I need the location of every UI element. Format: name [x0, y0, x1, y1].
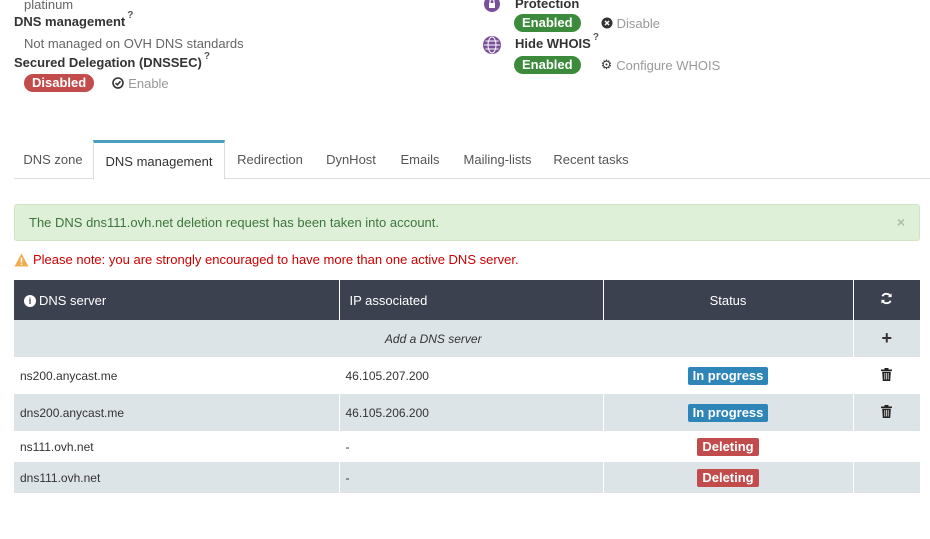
tab-recent-tasks[interactable]: Recent tasks [544, 140, 638, 179]
help-icon[interactable]: ? [127, 10, 133, 21]
warning-text: Please note: you are strongly encouraged… [33, 252, 519, 267]
table-row: ns200.anycast.me 46.105.207.200 In progr… [14, 357, 920, 394]
help-icon[interactable]: ? [581, 0, 587, 3]
domain-tabs: DNS zone DNS management Redirection DynH… [14, 140, 930, 180]
tab-dynhost[interactable]: DynHost [316, 140, 386, 179]
help-icon[interactable]: ? [593, 32, 599, 43]
gear-icon: ⚙ [600, 57, 613, 72]
dns-server-header: i DNS server [14, 280, 340, 320]
table-row: ns111.ovh.net - Deleting [14, 431, 920, 462]
tab-mailing-lists[interactable]: Mailing-lists [454, 140, 541, 179]
status-badge: In progress [687, 403, 769, 422]
ip-cell: - [339, 431, 604, 462]
warning-message: Please note: you are strongly encouraged… [14, 252, 519, 267]
configure-whois-button[interactable]: ⚙ Configure WHOIS [601, 58, 721, 73]
disable-protection-label: Disable [616, 15, 660, 31]
table-row: dns111.ovh.net - Deleting [14, 462, 920, 493]
tab-redirection[interactable]: Redirection [226, 140, 314, 179]
disable-protection-button[interactable]: Disable [601, 16, 660, 31]
enable-dnssec-button[interactable]: Enable [112, 75, 169, 91]
protection-label: Protection [515, 0, 580, 11]
table-row: dns200.anycast.me 46.105.206.200 In prog… [14, 394, 920, 431]
check-circle-icon [112, 77, 124, 89]
ip-cell: 46.105.207.200 [339, 357, 604, 394]
dnssec-status-badge: Disabled [24, 74, 95, 92]
tab-dns-management[interactable]: DNS management [93, 140, 225, 180]
hide-whois-status-badge: Enabled [514, 56, 581, 74]
ip-cell: - [339, 462, 604, 493]
alert-message: The DNS dns111.ovh.net deletion request … [29, 215, 440, 230]
help-icon[interactable]: ? [204, 51, 210, 62]
hide-whois-controls: Enabled ⚙ Configure WHOIS [514, 56, 720, 74]
ip-header: IP associated [339, 280, 604, 320]
trash-icon [881, 367, 893, 381]
dns-management-field: DNS management? [14, 10, 133, 29]
secured-delegation-controls: Disabled Enable [24, 74, 169, 92]
dns-management-value: Not managed on OVH DNS standards [24, 36, 244, 51]
secured-delegation-label: Secured Delegation (DNSSEC) [14, 55, 202, 70]
dns-server-cell: ns111.ovh.net [14, 431, 340, 462]
offer-value: platinum [24, 0, 74, 12]
success-alert: The DNS dns111.ovh.net deletion request … [14, 204, 920, 241]
delete-button[interactable] [853, 357, 920, 394]
warning-icon [14, 253, 29, 266]
add-dns-server-label[interactable]: Add a DNS server [14, 320, 854, 357]
add-dns-server-row[interactable]: Add a DNS server + [14, 320, 920, 357]
enable-dnssec-label: Enable [128, 75, 169, 91]
status-badge: Deleting [697, 468, 759, 487]
protection-status-badge: Enabled [514, 14, 581, 32]
tab-emails[interactable]: Emails [389, 140, 451, 179]
hide-whois-label: Hide WHOIS [515, 36, 591, 51]
table-header-row: i DNS server IP associated Status [14, 280, 920, 320]
configure-whois-label: Configure WHOIS [616, 57, 721, 73]
ip-cell: 46.105.206.200 [339, 394, 604, 431]
delete-button[interactable] [853, 394, 920, 431]
info-icon: i [24, 295, 36, 308]
protection-controls: Enabled Disable [514, 14, 660, 32]
close-circle-icon [601, 17, 613, 29]
hide-whois-field: Hide WHOIS? [515, 32, 599, 51]
secured-delegation-field: Secured Delegation (DNSSEC)? [14, 51, 210, 70]
lock-icon [484, 0, 500, 12]
trash-icon [881, 404, 893, 418]
protection-field: Protection? [515, 0, 587, 11]
refresh-button[interactable] [853, 280, 920, 320]
dns-server-cell: ns200.anycast.me [14, 357, 340, 394]
dns-servers-table: i DNS server IP associated Status Add a D… [14, 280, 920, 493]
whois-globe-icon [483, 36, 501, 54]
refresh-icon [881, 292, 892, 305]
status-badge: Deleting [697, 437, 759, 456]
dns-server-cell: dns111.ovh.net [14, 462, 340, 493]
dns-server-cell: dns200.anycast.me [14, 394, 340, 431]
dns-management-label: DNS management [14, 14, 126, 29]
add-icon[interactable]: + [853, 320, 920, 357]
close-icon[interactable]: × [897, 205, 905, 240]
status-header: Status [603, 280, 854, 320]
status-badge: In progress [687, 366, 769, 385]
tab-dns-zone[interactable]: DNS zone [14, 140, 92, 179]
